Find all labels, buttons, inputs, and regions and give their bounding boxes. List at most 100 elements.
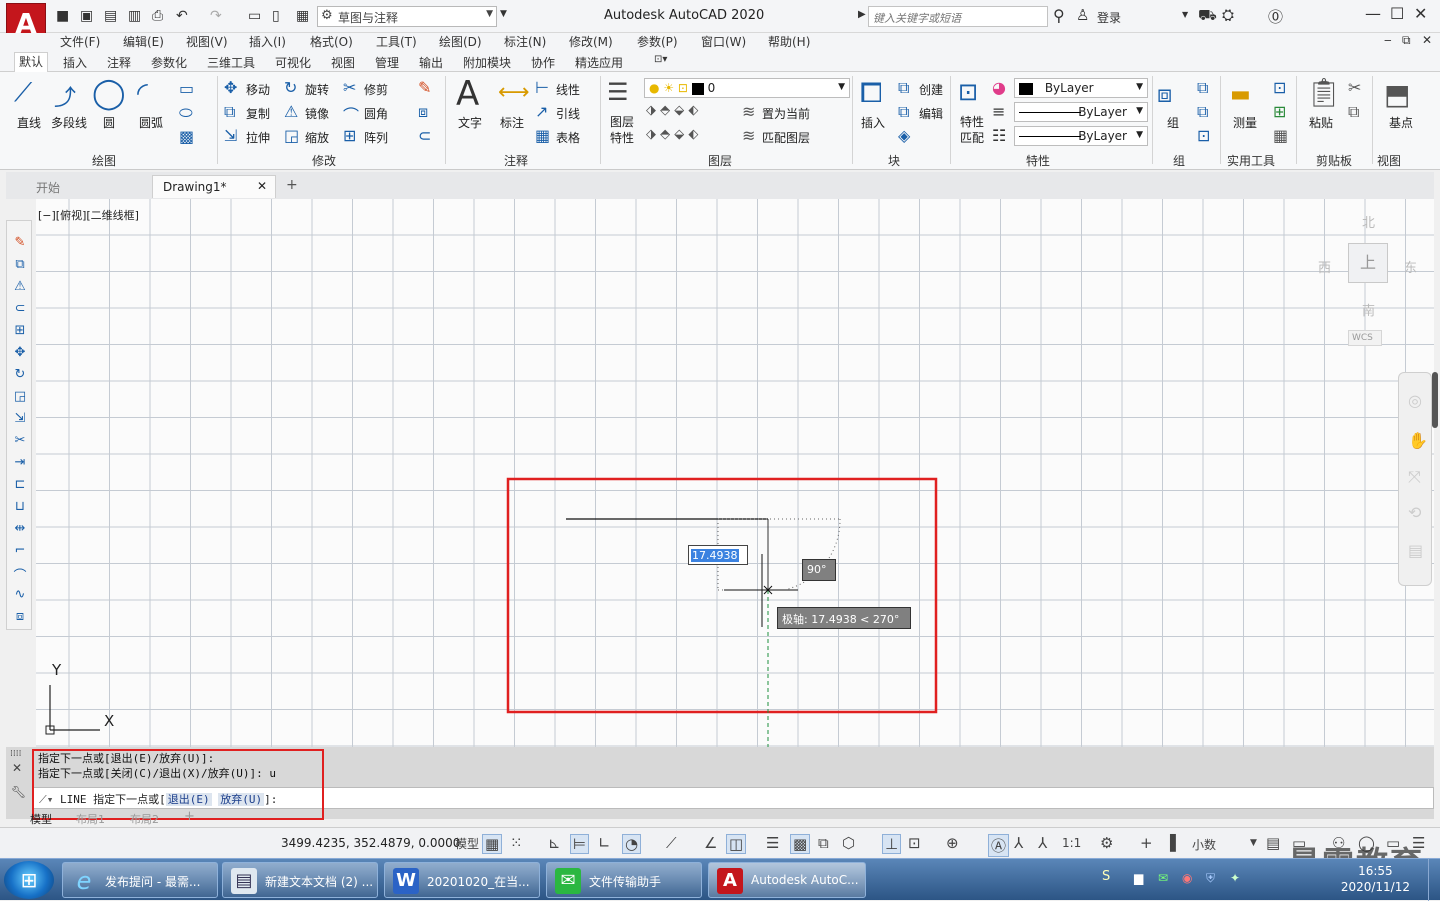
mirror-icon[interactable]: ⚠ [11, 279, 29, 294]
edit-block-icon[interactable]: ⧉ [898, 102, 909, 122]
tab-parametric[interactable]: 参数化 [151, 54, 187, 71]
selection-filter-icon[interactable]: ⊡ [908, 834, 921, 852]
properties-panel-title[interactable]: 特性 [1026, 152, 1050, 169]
trim-button[interactable]: 修剪 [364, 81, 388, 98]
ortho-icon[interactable]: ∟ [598, 834, 611, 852]
expand-search-icon[interactable]: ▶ [858, 9, 866, 20]
dimension-button[interactable]: 标注 [500, 114, 524, 131]
menu-dimension[interactable]: 标注(N) [504, 33, 546, 50]
viewcube-south[interactable]: 南 [1362, 300, 1375, 319]
move-button[interactable]: 移动 [246, 81, 270, 98]
taskbar-wechat-window[interactable]: ✉ 文件传输助手 [546, 862, 702, 898]
transparency-icon[interactable]: ▩ [790, 834, 811, 854]
set-current-button[interactable]: 置为当前 [762, 105, 810, 122]
insert-block-icon[interactable]: ⧠ [860, 76, 882, 110]
break-point-icon[interactable]: ⊏ [11, 477, 29, 492]
text-icon[interactable]: A [456, 74, 479, 114]
tab-collaborate[interactable]: 协作 [531, 54, 555, 71]
measure-icon[interactable]: ▬ [1230, 82, 1251, 107]
fillet-button[interactable]: 圆角 [364, 105, 388, 122]
edit-block-button[interactable]: 编辑 [919, 105, 943, 122]
lineweight-icon[interactable]: ☷ [992, 126, 1006, 145]
scale-icon[interactable]: ◲ [284, 126, 299, 145]
open-icon[interactable]: ▥ [128, 8, 141, 24]
object-snap-icon[interactable]: ◫ [726, 834, 747, 854]
login-dropdown-icon[interactable]: ▼ [1182, 10, 1188, 19]
rotate-button[interactable]: 旋转 [305, 81, 329, 98]
menu-window[interactable]: 窗口(W) [701, 33, 746, 50]
a360-icon[interactable]: ⛭ [1222, 6, 1234, 24]
arc-button[interactable]: 圆弧 [139, 114, 163, 131]
model-space-button[interactable]: 模型 [455, 835, 479, 852]
block-attribute-icon[interactable]: ◈ [898, 126, 910, 145]
color-dropdown[interactable]: ByLayer ▼ [1014, 78, 1148, 98]
tray-sogou-icon[interactable]: S [1102, 869, 1110, 884]
show-desktop-button[interactable] [1428, 859, 1440, 901]
isodraft-icon[interactable]: ⟋ [666, 834, 677, 852]
table-icon[interactable]: ▦ [535, 126, 550, 145]
navbar-scroll-handle[interactable] [1432, 372, 1438, 428]
search-input[interactable]: 键入关键字或短语 [868, 6, 1048, 27]
block-panel-title[interactable]: 块 [888, 152, 900, 169]
taskbar-autocad-window[interactable]: A Autodesk AutoC... [708, 862, 866, 898]
text-button[interactable]: 文字 [458, 114, 482, 131]
stretch-icon[interactable]: ⇲ [224, 126, 237, 145]
menu-file[interactable]: 文件(F) [60, 33, 100, 50]
annotation-visibility-icon[interactable]: Ⓐ [988, 834, 1010, 857]
close-command-icon[interactable]: ✕ [12, 761, 22, 775]
gizmo-icon[interactable]: ⊕ [946, 834, 959, 852]
copy-clip-icon[interactable]: ⧉ [1348, 102, 1359, 122]
plot-icon[interactable]: ▦ [296, 8, 309, 24]
user-icon[interactable]: ♙ [1076, 6, 1089, 24]
annotation-monitor-icon[interactable]: + [1140, 834, 1153, 852]
offset-icon[interactable]: ⊂ [418, 126, 431, 145]
trim-icon[interactable]: ✂ [343, 78, 356, 97]
steering-wheel-icon[interactable]: ◎ [1408, 391, 1422, 410]
rectangle-icon[interactable]: ▭ [179, 79, 194, 98]
close-tab-icon[interactable]: ✕ [257, 179, 267, 193]
stretch-icon[interactable]: ⇲ [11, 411, 29, 426]
leader-button[interactable]: 引线 [556, 105, 580, 122]
menu-modify[interactable]: 修改(M) [569, 33, 613, 50]
paste-icon[interactable]: 📋︎ [1306, 76, 1342, 109]
layer-properties-button[interactable]: 图层特性 [610, 114, 638, 146]
doc-close-button[interactable]: ✕ [1422, 33, 1432, 47]
measure-button[interactable]: 测量 [1233, 114, 1257, 131]
menu-help[interactable]: 帮助(H) [768, 33, 810, 50]
viewcube-north[interactable]: 北 [1362, 212, 1375, 231]
tab-3d-tools[interactable]: 三维工具 [207, 54, 255, 71]
offset-icon[interactable]: ⊂ [11, 301, 29, 316]
save-as-icon[interactable]: ▣ [80, 8, 93, 24]
fillet-icon[interactable]: ⌒ [11, 565, 29, 584]
lineweight-toggle-icon[interactable]: ☰ [766, 834, 779, 852]
taskbar-word-window[interactable]: W 20201020_在当... [384, 862, 540, 898]
tab-featured-apps[interactable]: 精选应用 [575, 54, 623, 71]
fillet-icon[interactable]: ⌒ [343, 102, 359, 126]
group-button[interactable]: 组 [1167, 114, 1179, 131]
new-file-icon[interactable]: ▯ [272, 8, 280, 24]
tray-wechat-icon[interactable]: ✉ [1158, 871, 1168, 885]
undo-icon[interactable]: ↶ [176, 8, 188, 24]
menu-draw[interactable]: 绘图(D) [439, 33, 482, 50]
add-layout-icon[interactable]: + [184, 809, 195, 824]
system-clock[interactable]: 16:55 2020/11/12 [1341, 863, 1410, 895]
annotation-scale-icon[interactable]: ⅄ [1038, 834, 1047, 852]
tab-default[interactable]: 默认 [14, 52, 49, 73]
leader-icon[interactable]: ↗ [535, 102, 548, 121]
chamfer-icon[interactable]: ⌐ [11, 543, 29, 558]
circle-icon[interactable]: ◯ [92, 76, 126, 111]
taskbar-ie-window[interactable]: e 发布提问 - 最需... [62, 862, 218, 898]
open-folder-icon[interactable]: ▭ [248, 8, 261, 24]
scale-button[interactable]: 缩放 [305, 129, 329, 146]
auto-scale-icon[interactable]: ⅄ [1014, 834, 1023, 852]
viewcube-top-face[interactable]: 上 [1348, 243, 1388, 283]
rotate-icon[interactable]: ↻ [11, 367, 29, 382]
tab-manage[interactable]: 管理 [375, 54, 399, 71]
units-dropdown-icon[interactable]: ▼ [1250, 838, 1257, 848]
layer-properties-icon[interactable]: ☰ [607, 78, 629, 106]
move-icon[interactable]: ✥ [11, 345, 29, 360]
layer-tools-row2-icon[interactable]: ⬗ ⬘ ⬙ ⬖ [646, 127, 698, 142]
linear-icon[interactable]: ⊢ [535, 78, 549, 97]
modify-panel-title[interactable]: 修改 [312, 152, 336, 169]
join-icon[interactable]: ⇹ [11, 521, 29, 536]
